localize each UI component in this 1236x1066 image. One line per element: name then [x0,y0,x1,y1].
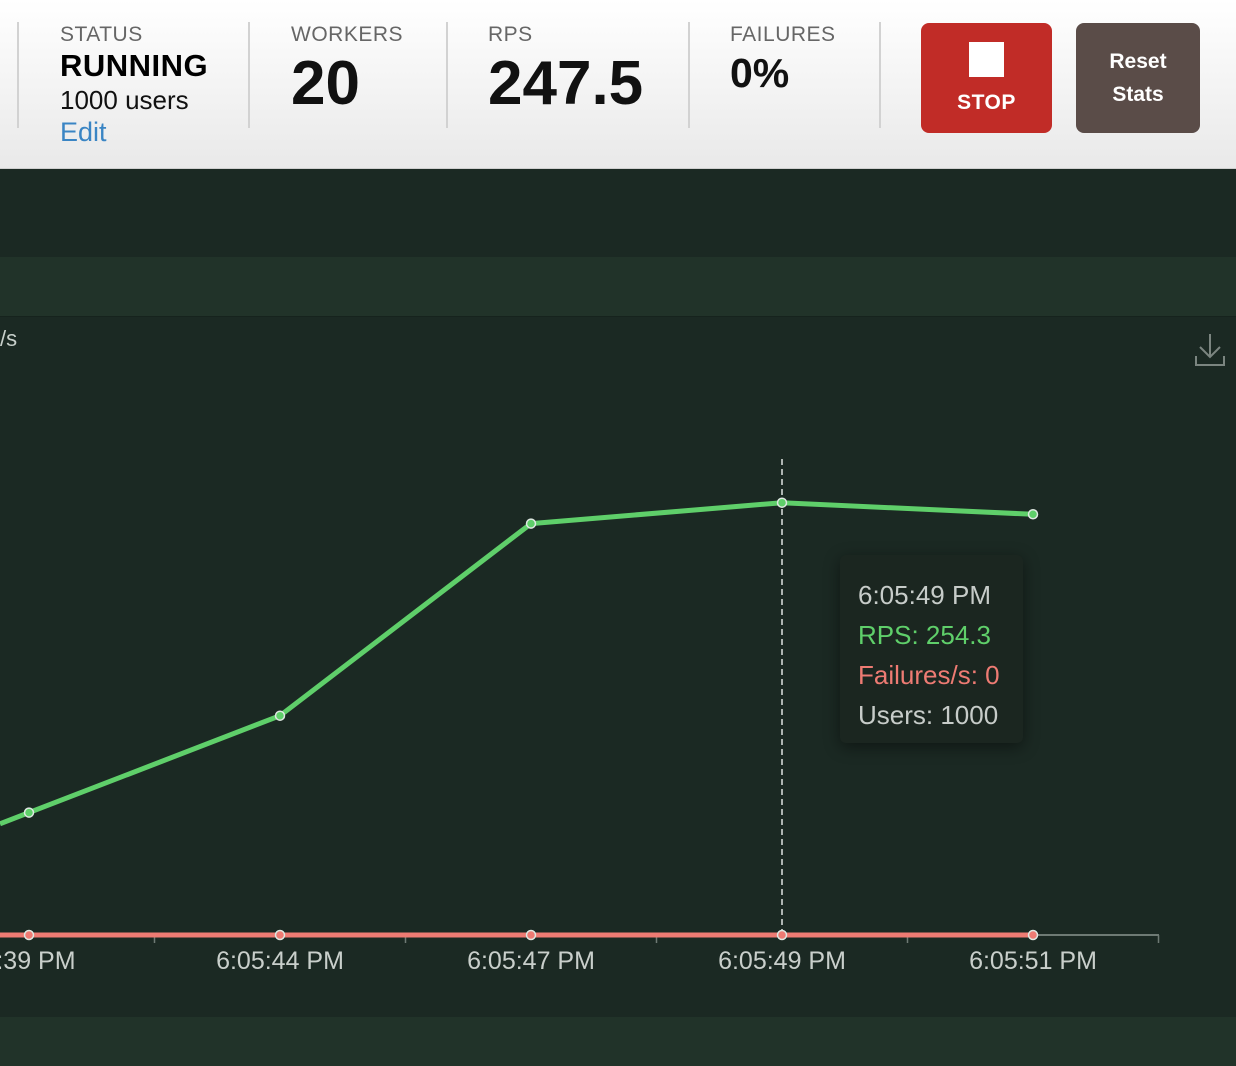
data-point[interactable] [776,497,788,508]
x-tick-label: 5:39 PM [0,947,76,975]
x-tick-label: 6:05:49 PM [718,947,846,975]
data-point[interactable] [274,710,286,721]
data-point[interactable] [1027,509,1039,520]
data-point[interactable] [525,929,537,941]
tooltip-time: 6:05:49 PM [858,580,991,610]
data-point[interactable] [274,929,286,941]
tooltip-failures: Failures/s: 0 [858,660,1000,690]
x-tick-label: 6:05:51 PM [969,947,1097,975]
data-point[interactable] [525,518,537,529]
footer-band [0,1017,1236,1066]
tooltip-rps: RPS: 254.3 [858,620,991,650]
data-point[interactable] [776,929,788,941]
x-tick-labels: 5:39 PM 6:05:44 PM 6:05:47 PM 6:05:49 PM 6:0… [0,947,1097,975]
failures-series [0,929,1039,941]
x-tick-label: 6:05:44 PM [216,947,344,975]
data-point[interactable] [23,807,35,818]
chart-tooltip: 6:05:49 PM RPS: 254.3 Failures/s: 0 User… [840,555,1023,743]
x-tick-label: 6:05:47 PM [467,947,595,975]
tooltip-users: Users: 1000 [858,700,999,730]
rps-chart: 5:39 PM6:05:44 PM6:05:47 PM6:05:49 PM6:0… [0,459,1160,975]
data-point[interactable] [1027,929,1039,941]
data-point[interactable] [23,929,35,941]
